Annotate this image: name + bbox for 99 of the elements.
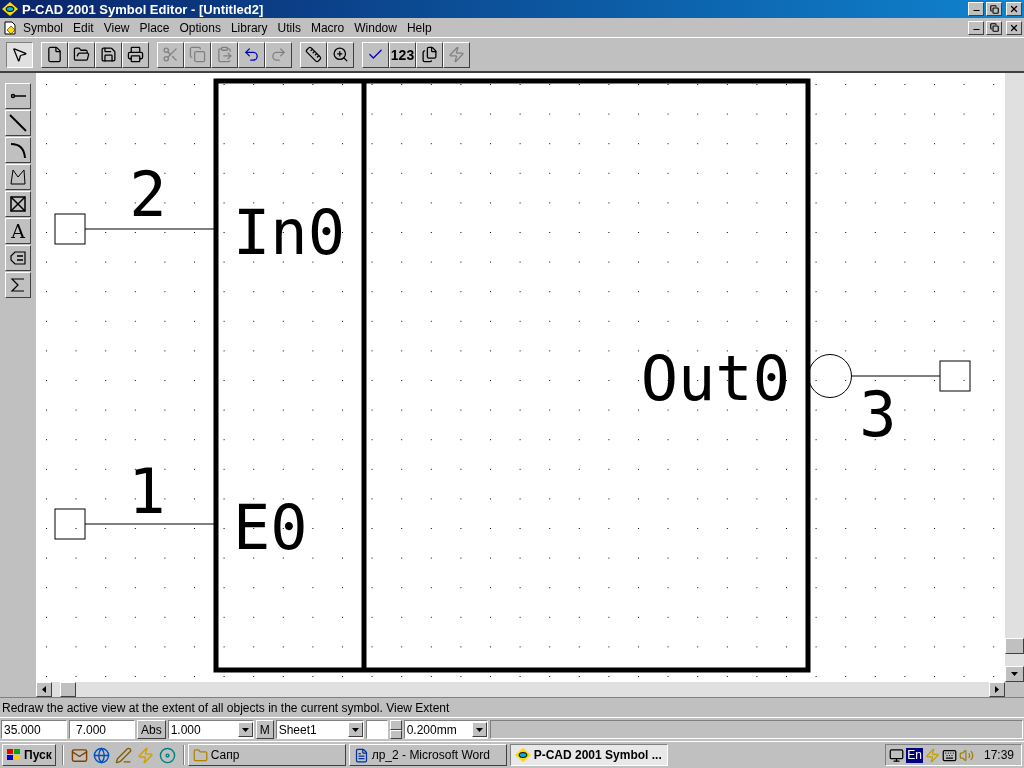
- start-button[interactable]: Пуск: [2, 744, 56, 766]
- restore-icon: [989, 23, 999, 32]
- close-icon: [1009, 4, 1019, 14]
- pin-name: E0: [233, 491, 308, 564]
- taskbar-button[interactable]: Сапр: [187, 744, 346, 766]
- scissors-icon: [162, 46, 179, 63]
- left-arrow-icon: [42, 686, 46, 693]
- drawing-tool-button[interactable]: [5, 272, 31, 298]
- scroll-thumb[interactable]: [60, 682, 76, 697]
- drawing-tool-button[interactable]: [5, 164, 31, 190]
- paste-icon: [216, 46, 233, 63]
- keyboard-icon[interactable]: [941, 747, 957, 763]
- drawing-tool-button[interactable]: [5, 110, 31, 136]
- menu-item[interactable]: View: [98, 21, 135, 34]
- dropdown-arrow-icon: [351, 727, 359, 732]
- copy-icon: [189, 46, 206, 63]
- line-tool-icon: [8, 113, 28, 133]
- menu-item[interactable]: Edit: [68, 21, 99, 34]
- taskbar-button[interactable]: P-CAD 2001 Symbol ...: [509, 744, 668, 766]
- schematic-canvas[interactable]: 2 In0 1 E0 Out0 3: [36, 73, 1005, 682]
- restore-icon: [989, 4, 999, 14]
- right-arrow-icon: [995, 686, 999, 693]
- drawing-tool-button[interactable]: [5, 83, 31, 109]
- app-logo-icon: [2, 2, 18, 16]
- windows-logo-icon: [6, 748, 22, 762]
- menu-item[interactable]: Library: [225, 21, 273, 34]
- mail-icon[interactable]: [70, 746, 88, 764]
- menu-item[interactable]: Window: [349, 21, 402, 34]
- arc-tool-icon: [8, 140, 28, 160]
- polygon-tool-icon: [8, 167, 28, 187]
- save-icon: [100, 46, 117, 63]
- boxed-x-icon: [8, 194, 28, 214]
- down-arrow-icon: [1011, 672, 1018, 676]
- documents-icon: [421, 46, 438, 63]
- window-title: P-CAD 2001 Symbol Editor - [Untitled2]: [22, 2, 264, 16]
- symbol-body[interactable]: [213, 78, 811, 673]
- redo-icon: [270, 46, 287, 63]
- pin-number: 2: [129, 158, 167, 231]
- close-button[interactable]: [1006, 2, 1022, 16]
- menu-item[interactable]: Options: [174, 21, 226, 34]
- close-icon: [1009, 22, 1019, 33]
- monitor-icon[interactable]: [889, 747, 905, 763]
- abs-button[interactable]: Abs: [137, 720, 166, 739]
- restore-button[interactable]: [986, 20, 1002, 35]
- horizontal-scrollbar[interactable]: [36, 682, 1005, 697]
- vertical-scrollbar[interactable]: [1005, 73, 1024, 682]
- clock: 17:39: [983, 749, 1014, 761]
- tag-icon: [8, 248, 28, 268]
- restore-button[interactable]: [986, 2, 1002, 16]
- printer-icon: [127, 46, 144, 63]
- undo-icon: [243, 46, 260, 63]
- dropdown-arrow-icon: [241, 727, 249, 732]
- m-button[interactable]: M: [255, 720, 274, 739]
- scroll-right-button[interactable]: [989, 682, 1005, 697]
- drawing-tool-button[interactable]: [5, 137, 31, 163]
- dropdown-arrow-icon: [475, 727, 483, 732]
- disc-icon[interactable]: [158, 746, 176, 764]
- lightning-icon: [448, 46, 465, 63]
- minimize-button[interactable]: [968, 2, 984, 16]
- pin-number: 3: [859, 378, 897, 451]
- drawing-tool-button[interactable]: A: [5, 218, 31, 244]
- dropdown-field[interactable]: 1.000: [167, 720, 254, 739]
- toolbar-button[interactable]: [6, 41, 33, 68]
- browser-icon[interactable]: [92, 746, 110, 764]
- pen-icon[interactable]: [114, 746, 132, 764]
- taskbar-button[interactable]: лр_2 - Microsoft Word: [348, 744, 507, 766]
- dropdown-field[interactable]: Sheet1: [275, 720, 364, 739]
- close-button[interactable]: [1006, 20, 1022, 35]
- y-coordinate-field[interactable]: 7.000: [69, 720, 135, 739]
- drawing-tool-button[interactable]: [5, 245, 31, 271]
- folder-icon: [73, 46, 90, 63]
- menu-item[interactable]: Utils: [272, 21, 306, 34]
- scroll-left-button[interactable]: [36, 682, 52, 697]
- spin-buttons[interactable]: [389, 720, 402, 739]
- status-message: Redraw the active view at the extent of all objects in the current symbol. View Extent: [2, 701, 450, 714]
- document-icon: [2, 19, 18, 36]
- minimize-button[interactable]: [968, 20, 984, 35]
- menu-item[interactable]: Place: [134, 21, 175, 34]
- app-logo-icon: [514, 748, 531, 762]
- language-indicator[interactable]: En: [906, 747, 923, 763]
- drawing-tool-button[interactable]: [5, 191, 31, 217]
- new-file-icon: [46, 46, 63, 63]
- ruler-icon: [305, 46, 322, 63]
- dropdown-field[interactable]: 0.200mm: [403, 720, 488, 739]
- pin-name: Out0: [640, 342, 790, 415]
- zoom-icon: [332, 46, 349, 63]
- folder-icon: [192, 747, 208, 763]
- menu-item[interactable]: Symbol: [18, 21, 68, 34]
- document-icon: [353, 747, 369, 763]
- pin-number: 1: [128, 455, 166, 528]
- pin-name: In0: [233, 196, 345, 269]
- spin-field[interactable]: [365, 720, 388, 739]
- scroll-thumb[interactable]: [1005, 638, 1024, 654]
- scroll-down-button[interactable]: [1005, 666, 1024, 682]
- toolbar-button[interactable]: 123: [389, 41, 416, 68]
- pointer-icon: [11, 46, 28, 63]
- menu-item[interactable]: Macro: [305, 21, 350, 34]
- x-coordinate-field[interactable]: 35.000: [1, 720, 67, 739]
- menu-item[interactable]: Help: [401, 21, 437, 34]
